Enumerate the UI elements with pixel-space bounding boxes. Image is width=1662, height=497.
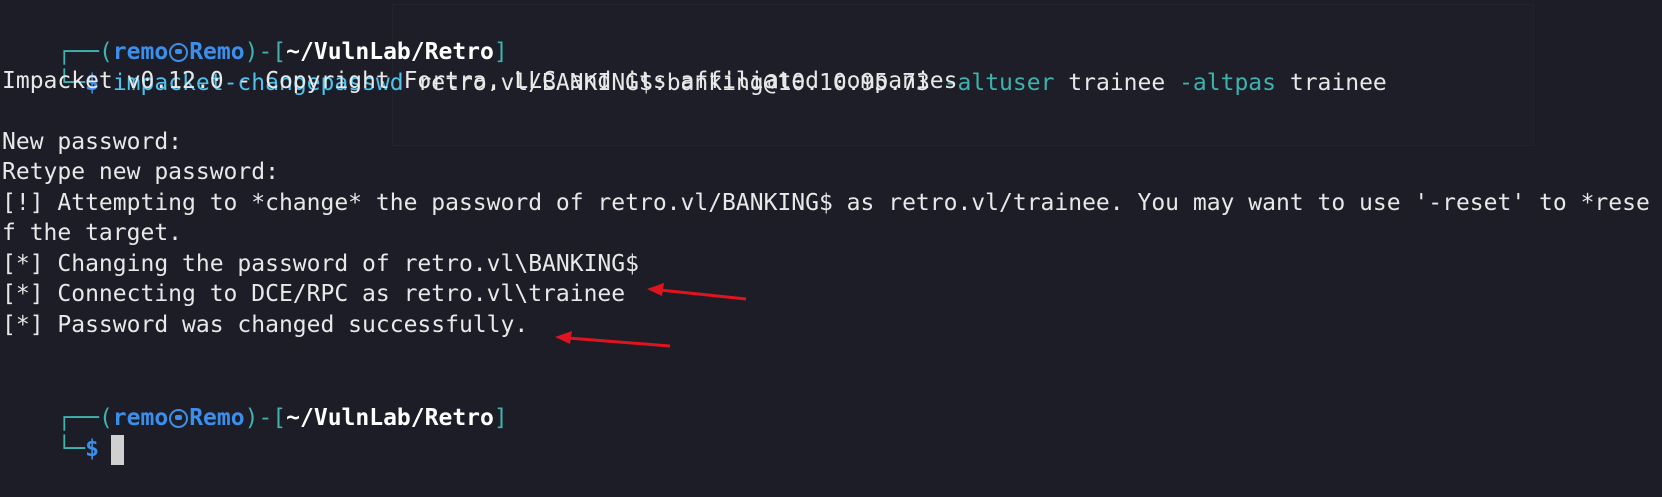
red-arrow-icon: [555, 331, 671, 348]
red-arrow-icon: [647, 283, 747, 301]
annotation-layer: [555, 283, 747, 348]
